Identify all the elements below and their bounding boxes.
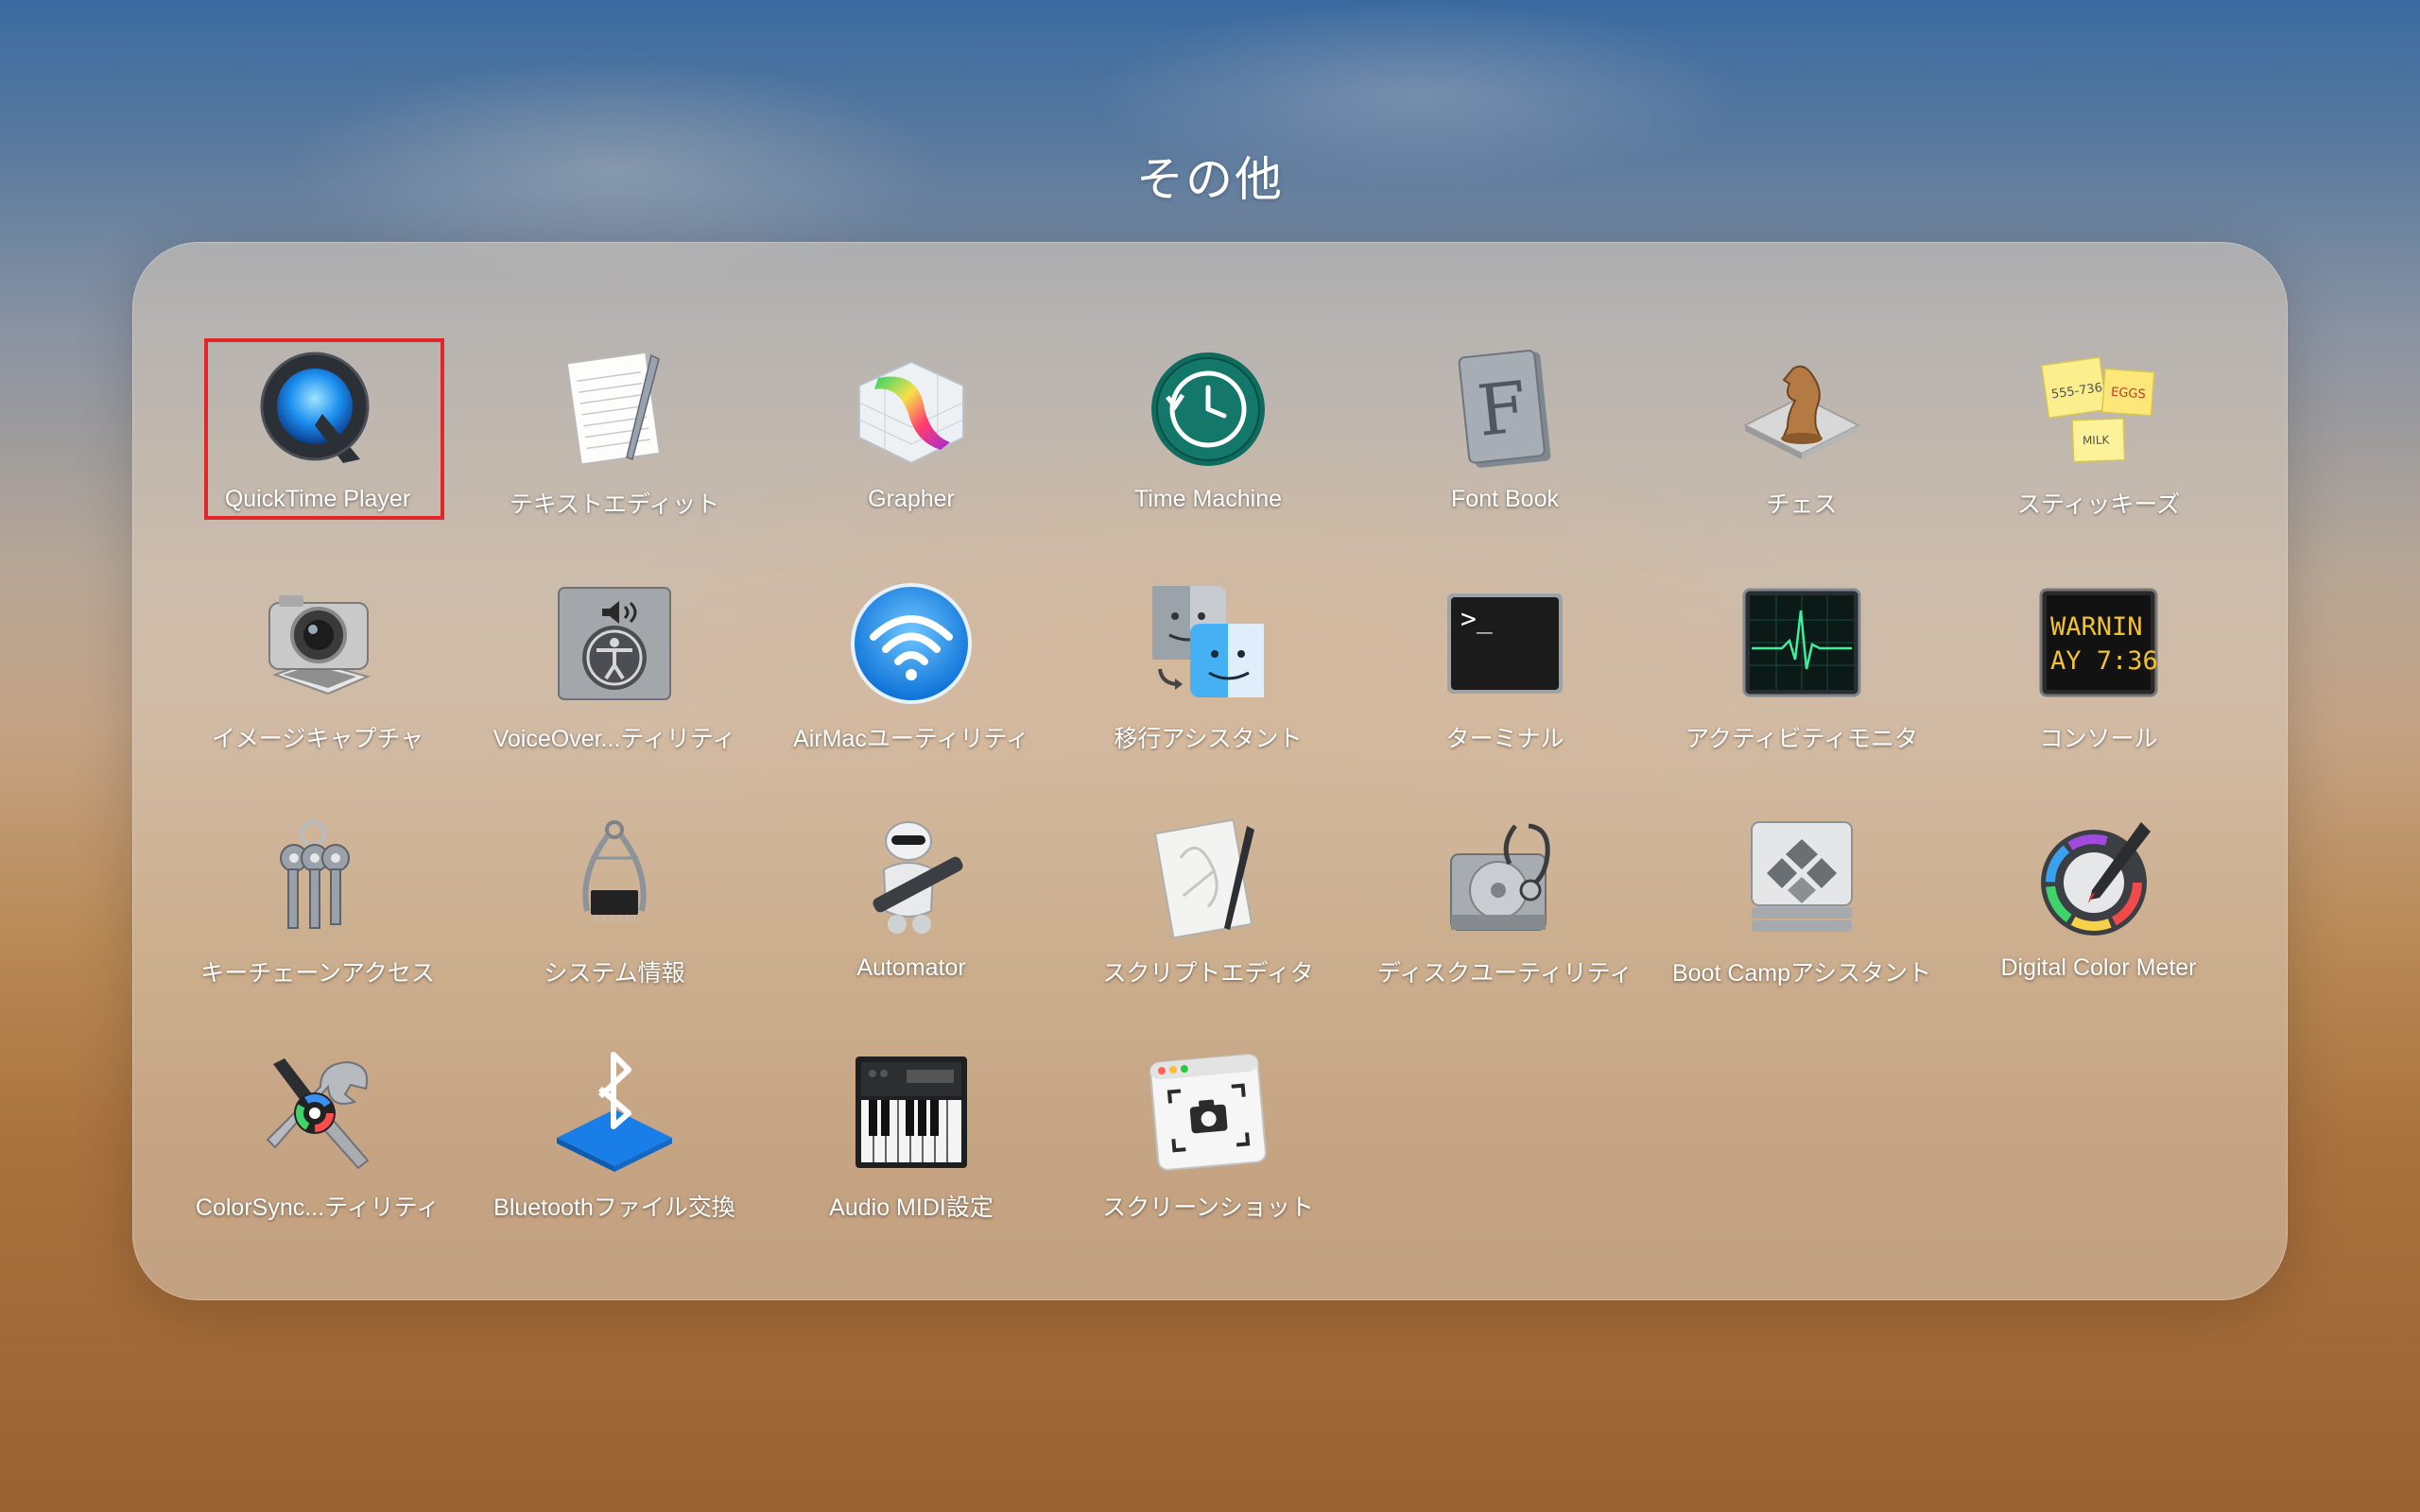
app-console[interactable]: WARNIN AY 7:36 コンソール [1957,582,2240,790]
app-label: アクティビティモニタ [1685,726,1918,752]
console-icon: WARNIN AY 7:36 [2037,582,2160,705]
time-machine-icon [1147,348,1270,471]
app-label: Audio MIDI設定 [829,1194,994,1221]
app-label: スティッキーズ [2016,491,2181,518]
audio-midi-setup-icon [850,1051,973,1174]
font-book-letter: F [1474,367,1530,453]
stickies-note-text: EGGS [2111,386,2147,403]
app-disk-utility[interactable]: ディスクユーティリティ [1363,816,1647,1024]
app-automator[interactable]: Automator [769,816,1053,1024]
app-voiceover-utility[interactable]: VoiceOver...ティリティ [473,582,756,790]
app-label: QuickTime Player [224,486,411,512]
app-label: スクリーンショット [1102,1194,1314,1221]
app-font-book[interactable]: F Font Book [1363,348,1647,556]
app-label: Font Book [1451,486,1559,512]
app-label: Boot Campアシスタント [1671,960,1932,987]
app-label: ターミナル [1445,726,1564,752]
app-label: AirMacユーティリティ [793,726,1029,752]
folder-title[interactable]: その他 [0,142,2420,210]
app-audio-midi-setup[interactable]: Audio MIDI設定 [769,1051,1053,1259]
colorsync-utility-icon [256,1051,379,1174]
app-activity-monitor[interactable]: アクティビティモニタ [1660,582,1944,790]
chess-icon [1740,348,1863,471]
system-information-icon [553,816,676,939]
app-boot-camp-assistant[interactable]: Boot Campアシスタント [1660,816,1944,1024]
app-label: ディスクユーティリティ [1376,960,1634,987]
disk-utility-icon [1443,816,1566,939]
quicktime-icon [256,348,379,471]
app-label: Bluetoothファイル交換 [493,1194,735,1221]
app-label: VoiceOver...ティリティ [493,726,736,752]
app-script-editor[interactable]: スクリプトエディタ [1066,816,1350,1024]
app-label: イメージキャプチャ [211,726,424,752]
textedit-icon [553,348,676,471]
app-digital-color-meter[interactable]: Digital Color Meter [1957,816,2240,1024]
console-text: AY 7:36 [2050,646,2158,676]
app-terminal[interactable]: >_ ターミナル [1363,582,1647,790]
stickies-note-text: MILK [2083,433,2111,447]
digital-color-meter-icon [2037,816,2160,939]
image-capture-icon [256,582,379,705]
app-keychain-access[interactable]: キーチェーンアクセス [176,816,459,1024]
app-image-capture[interactable]: イメージキャプチャ [176,582,459,790]
terminal-icon: >_ [1443,582,1566,705]
terminal-prompt: >_ [1461,603,1493,635]
boot-camp-assistant-icon [1740,816,1863,939]
app-chess[interactable]: チェス [1660,348,1944,556]
app-label: キーチェーンアクセス [200,960,435,987]
app-bluetooth-file-exchange[interactable]: Bluetoothファイル交換 [473,1051,756,1259]
font-book-icon: F [1443,348,1566,471]
app-grapher[interactable]: Grapher [769,348,1053,556]
app-system-information[interactable]: システム情報 [473,816,756,1024]
app-label: スクリプトエディタ [1102,960,1314,987]
app-label: システム情報 [544,960,685,987]
stickies-icon: 555-7361 EGGS MILK [2037,348,2160,471]
app-colorsync-utility[interactable]: ColorSync...ティリティ [176,1051,459,1259]
script-editor-icon [1147,816,1270,939]
airmac-utility-icon [850,582,973,705]
app-label: テキストエディット [509,491,720,518]
automator-icon [850,816,973,939]
grapher-icon [850,348,973,471]
app-label: Automator [856,954,966,981]
app-label: Time Machine [1133,486,1283,512]
screenshot-icon [1147,1051,1270,1174]
migration-assistant-icon [1147,582,1270,705]
app-label: Grapher [868,486,955,512]
app-migration-assistant[interactable]: 移行アシスタント [1066,582,1350,790]
app-label: コンソール [2039,726,2158,752]
app-label: Digital Color Meter [2000,954,2197,981]
app-quicktime-player[interactable]: QuickTime Player [176,348,459,556]
app-airmac-utility[interactable]: AirMacユーティリティ [769,582,1053,790]
console-text: WARNIN [2050,612,2143,642]
bluetooth-file-exchange-icon [553,1051,676,1174]
app-stickies[interactable]: 555-7361 EGGS MILK スティッキーズ [1957,348,2240,556]
app-label: 移行アシスタント [1114,726,1303,752]
keychain-access-icon [256,816,379,939]
app-textedit[interactable]: テキストエディット [473,348,756,556]
app-label: ColorSync...ティリティ [195,1194,441,1221]
voiceover-utility-icon [553,582,676,705]
app-time-machine[interactable]: Time Machine [1066,348,1350,556]
activity-monitor-icon [1740,582,1863,705]
app-screenshot[interactable]: スクリーンショット [1066,1051,1350,1259]
app-label: チェス [1766,491,1838,518]
